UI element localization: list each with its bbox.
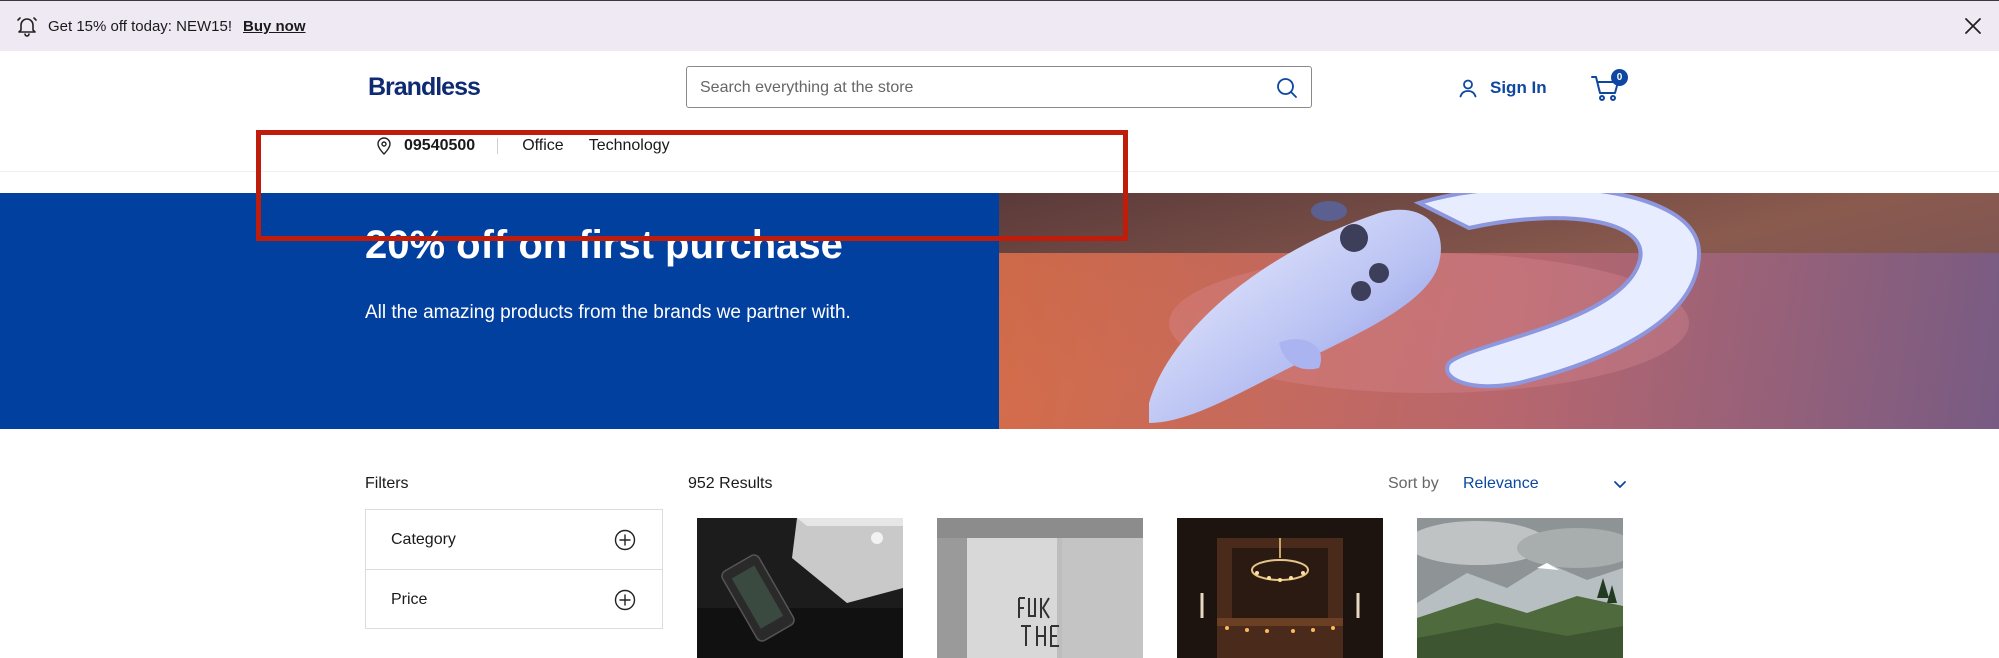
product-image-graffiti	[937, 518, 1143, 658]
brand-logo[interactable]: Brandless	[368, 73, 481, 102]
search-input[interactable]	[700, 77, 1260, 99]
product-grid	[697, 518, 1624, 658]
product-card[interactable]	[697, 518, 903, 658]
hero-image	[999, 193, 1999, 429]
chevron-down-icon	[1614, 481, 1626, 488]
product-image-chandelier	[1177, 518, 1383, 658]
plus-circle-icon[interactable]	[614, 529, 636, 551]
sort-select[interactable]: Relevance	[1463, 468, 1628, 500]
filter-label: Price	[391, 591, 428, 608]
plus-circle-icon[interactable]	[614, 589, 636, 611]
promo-text: Get 15% off today: NEW15!	[48, 18, 232, 35]
sort-value: Relevance	[1463, 475, 1539, 492]
product-card[interactable]	[937, 518, 1143, 658]
user-icon	[1459, 79, 1477, 98]
product-image-mountains	[1417, 518, 1623, 658]
hero-banner: 20% off on first purchase All the amazin…	[0, 193, 1999, 429]
filter-category[interactable]: Category	[366, 510, 662, 569]
cart-button[interactable]: 0	[1590, 69, 1628, 103]
promo-bar: Get 15% off today: NEW15! Buy now	[0, 0, 1999, 51]
filter-panel: Category Price	[365, 509, 663, 629]
search-icon[interactable]	[1275, 76, 1299, 100]
cart-count-badge: 0	[1611, 69, 1628, 86]
search-bar	[686, 66, 1312, 108]
site-header: Brandless Sign In 0 09540500 Office Tech…	[0, 51, 1999, 172]
hero-title: 20% off on first purchase	[365, 223, 843, 267]
hero-subtitle: All the amazing products from the brands…	[365, 302, 851, 323]
zip-code[interactable]: 09540500	[404, 137, 475, 155]
buy-now-link[interactable]: Buy now	[243, 18, 306, 35]
results-count: 952 Results	[688, 475, 773, 492]
nav-link-office[interactable]: Office	[522, 137, 564, 155]
filter-price[interactable]: Price	[366, 569, 662, 628]
nav-link-technology[interactable]: Technology	[589, 137, 670, 155]
product-image-phone-laptop	[697, 518, 903, 658]
product-card[interactable]	[1417, 518, 1623, 658]
sign-in-label: Sign In	[1490, 78, 1547, 97]
sort-by-label: Sort by	[1388, 475, 1439, 492]
divider	[497, 138, 499, 154]
filter-label: Category	[391, 531, 456, 548]
filters-title: Filters	[365, 475, 409, 492]
sign-in-button[interactable]: Sign In	[1458, 76, 1547, 100]
bell-icon	[17, 17, 37, 37]
sub-navigation: 09540500 Office Technology	[376, 135, 695, 157]
product-card[interactable]	[1177, 518, 1383, 658]
location-pin-icon	[377, 137, 391, 155]
close-icon[interactable]	[1962, 15, 1984, 37]
